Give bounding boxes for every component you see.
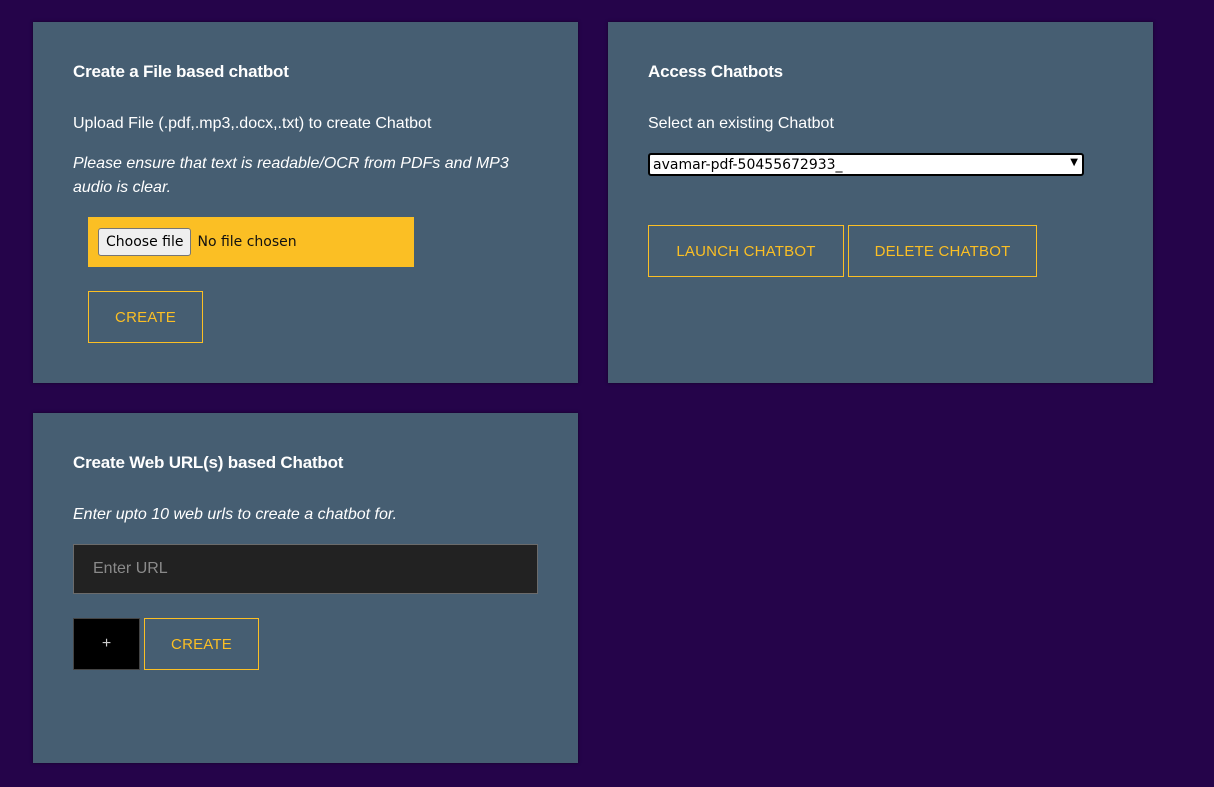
delete-chatbot-button[interactable]: DELETE CHATBOT	[848, 225, 1037, 277]
access-chatbots-card: Access Chatbots Select an existing Chatb…	[608, 22, 1153, 383]
chatbot-select[interactable]: avamar-pdf-50455672933_ ▼	[648, 153, 1084, 176]
create-web-chatbot-button[interactable]: CREATE	[144, 618, 259, 670]
file-chatbot-card: Create a File based chatbot Upload File …	[33, 22, 578, 383]
upload-notice: Please ensure that text is readable/OCR …	[73, 155, 509, 196]
access-card-title: Access Chatbots	[648, 62, 783, 81]
add-url-button[interactable]: +	[73, 618, 140, 670]
select-chatbot-label: Select an existing Chatbot	[648, 115, 834, 132]
selected-chatbot-value: avamar-pdf-50455672933_	[653, 156, 843, 173]
web-url-chatbot-card: Create Web URL(s) based Chatbot Enter up…	[33, 413, 578, 763]
web-url-instruction: Enter upto 10 web urls to create a chatb…	[73, 506, 398, 523]
chevron-down-icon: ▼	[1070, 157, 1078, 168]
no-file-text: No file chosen	[197, 234, 297, 250]
launch-chatbot-button[interactable]: LAUNCH CHATBOT	[648, 225, 844, 277]
create-file-chatbot-button[interactable]: CREATE	[88, 291, 203, 343]
upload-instruction: Upload File (.pdf,.mp3,.docx,.txt) to cr…	[73, 115, 432, 132]
web-card-title: Create Web URL(s) based Chatbot	[73, 453, 344, 472]
choose-file-button[interactable]: Choose file	[98, 228, 192, 256]
url-input[interactable]	[73, 544, 538, 594]
file-card-title: Create a File based chatbot	[73, 62, 289, 81]
file-upload-field[interactable]: Choose file No file chosen	[88, 217, 414, 267]
